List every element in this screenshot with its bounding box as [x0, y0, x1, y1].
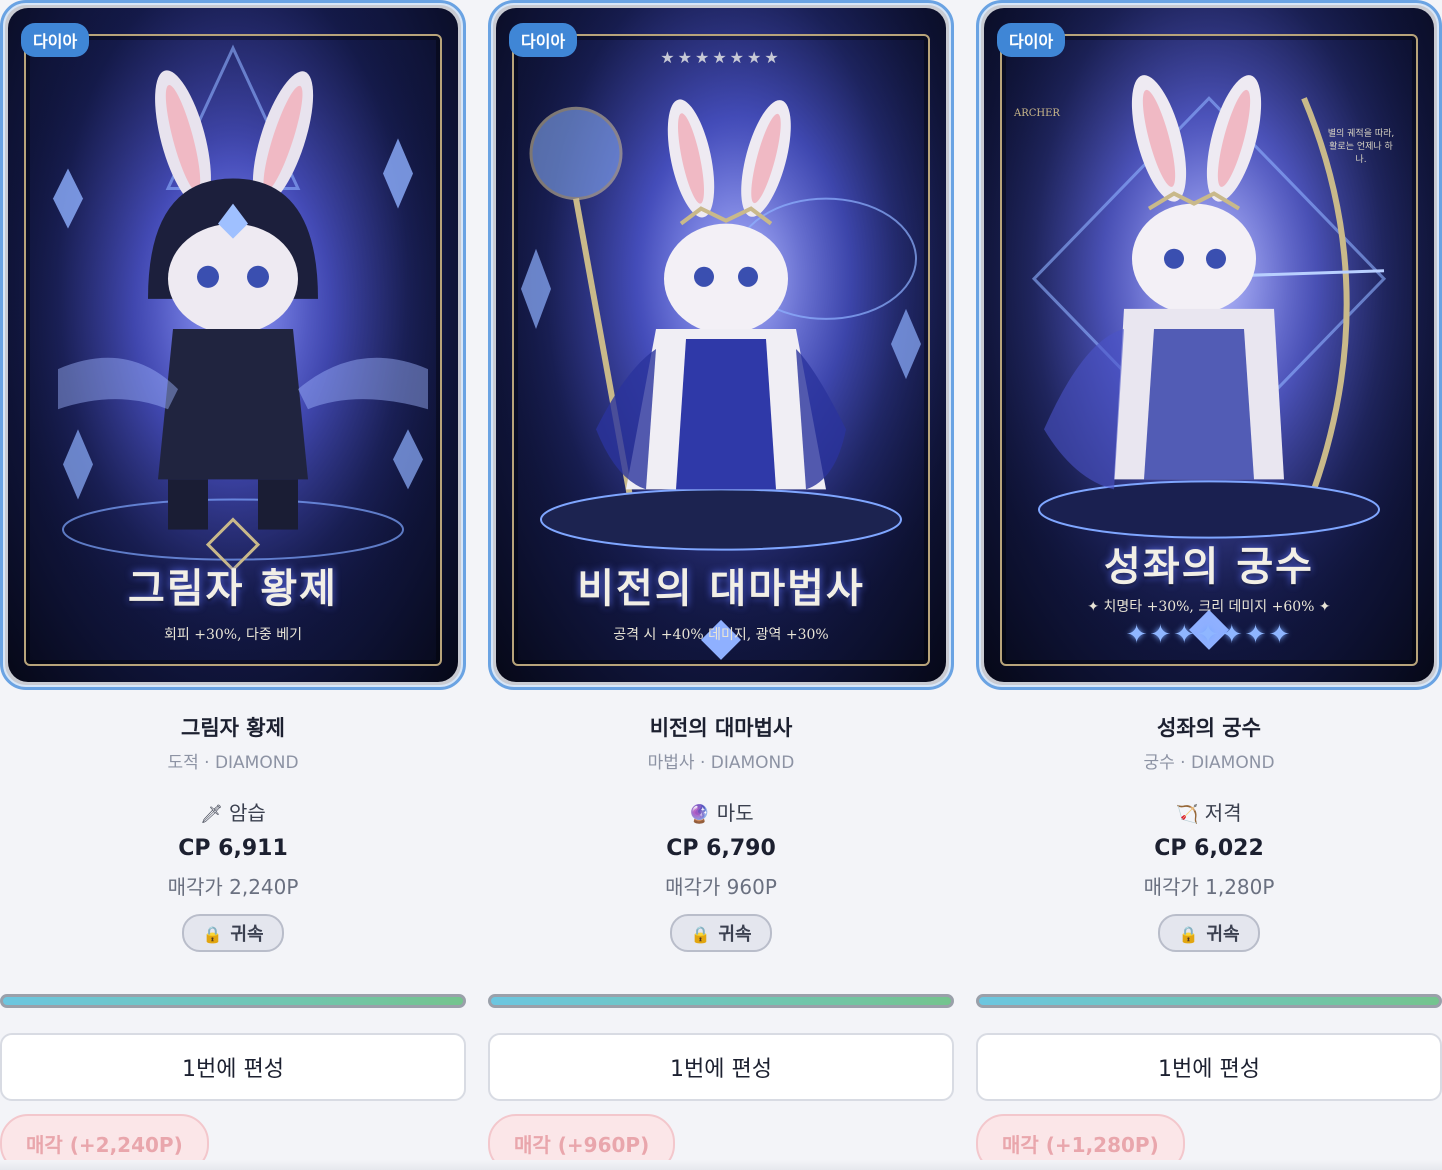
unit-name: 그림자 황제	[181, 716, 285, 740]
bound-badge: 🔒 귀속	[1158, 914, 1260, 952]
next-row-edge	[0, 1160, 1442, 1170]
unit-column: ★★★★★★★ 비전의 대마법사 공격 시 +40% 데미지, 광역 +30% …	[488, 0, 954, 1170]
progress-bar	[0, 994, 466, 1008]
unit-card[interactable]: ★★★★★★★ 비전의 대마법사 공격 시 +40% 데미지, 광역 +30% …	[488, 0, 954, 690]
progress-bar	[976, 994, 1442, 1008]
dagger-icon: 🗡	[200, 804, 224, 825]
bound-badge: 🔒 귀속	[182, 914, 284, 952]
unit-sell-price: 매각가 2,240P	[167, 875, 299, 899]
bow-arrow-icon: 🏹	[1176, 804, 1199, 825]
tier-badge: 다이아	[21, 23, 90, 57]
tier-badge: 다이아	[509, 23, 578, 57]
unit-class: 마법사 · DIAMOND	[647, 753, 795, 773]
unit-card[interactable]: ARCHER 별의 궤적을 따라, 활로는 언제나 하나. 성좌의 궁수 ✦ 치…	[976, 0, 1442, 690]
art-star-row: ✦✦✦✦✦✦✦	[1125, 620, 1293, 650]
unit-skill: 🔮 마도	[488, 797, 954, 826]
unit-class: 도적 · DIAMOND	[167, 753, 299, 773]
skill-label: 저격	[1204, 801, 1242, 825]
skill-label: 암습	[229, 801, 266, 825]
unit-name: 성좌의 궁수	[1157, 716, 1261, 740]
art-subtitle: ✦ 치명타 +30%, 크리 데미지 +60% ✦	[1087, 599, 1331, 615]
assign-slot-button[interactable]: 1번에 편성	[488, 1033, 954, 1101]
unit-info: 성좌의 궁수 궁수 · DIAMOND 🏹 저격 CP 6,022 매각가 1,2…	[976, 712, 1442, 952]
unit-sell-price: 매각가 960P	[665, 875, 777, 899]
unit-artwork: ★★★★★★★ 비전의 대마법사 공격 시 +40% 데미지, 광역 +30%	[496, 8, 946, 682]
unit-column: 그림자 황제 회피 +30%, 다중 베기 다이아 그림자 황제 도적 · DI…	[0, 0, 466, 1170]
unit-cp: CP 6,022	[1154, 836, 1264, 861]
art-subtitle: 회피 +30%, 다중 베기	[164, 627, 302, 643]
unit-card-grid: 그림자 황제 회피 +30%, 다중 베기 다이아 그림자 황제 도적 · DI…	[0, 0, 1442, 1170]
lock-icon: 🔒	[690, 925, 711, 944]
unit-info: 비전의 대마법사 마법사 · DIAMOND 🔮 마도 CP 6,790 매각가 …	[488, 712, 954, 952]
lock-icon: 🔒	[202, 925, 223, 944]
unit-skill: 🏹 저격	[976, 797, 1442, 826]
crystal-ball-icon: 🔮	[688, 804, 711, 825]
lock-icon: 🔒	[1178, 925, 1199, 944]
unit-sell-price: 매각가 1,280P	[1143, 875, 1275, 899]
bound-label: 귀속	[230, 924, 264, 945]
unit-card[interactable]: 그림자 황제 회피 +30%, 다중 베기 다이아	[0, 0, 466, 690]
art-title: 비전의 대마법사	[577, 565, 865, 612]
art-title: 성좌의 궁수	[1104, 543, 1314, 590]
skill-label: 마도	[716, 801, 754, 825]
art-subtitle: 공격 시 +40% 데미지, 광역 +30%	[613, 627, 829, 643]
unit-name: 비전의 대마법사	[649, 716, 793, 740]
art-quote: 별의 궤적을 따라, 활로는 언제나 하나.	[1327, 129, 1395, 165]
unit-cp: CP 6,911	[178, 836, 288, 861]
unit-column: ARCHER 별의 궤적을 따라, 활로는 언제나 하나. 성좌의 궁수 ✦ 치…	[976, 0, 1442, 1170]
bound-label: 귀속	[718, 924, 752, 945]
archer-emblem: ARCHER	[1014, 108, 1060, 119]
assign-slot-button[interactable]: 1번에 편성	[0, 1033, 466, 1101]
assign-slot-button[interactable]: 1번에 편성	[976, 1033, 1442, 1101]
bound-label: 귀속	[1206, 924, 1240, 945]
unit-class: 궁수 · DIAMOND	[1143, 753, 1275, 773]
unit-skill: 🗡 암습	[0, 797, 466, 826]
unit-artwork: 그림자 황제 회피 +30%, 다중 베기	[8, 8, 458, 682]
tier-badge: 다이아	[997, 23, 1066, 57]
unit-cp: CP 6,790	[666, 836, 776, 861]
unit-artwork: ARCHER 별의 궤적을 따라, 활로는 언제나 하나. 성좌의 궁수 ✦ 치…	[984, 8, 1434, 682]
bound-badge: 🔒 귀속	[670, 914, 772, 952]
art-title: 그림자 황제	[128, 565, 338, 612]
progress-bar	[488, 994, 954, 1008]
unit-info: 그림자 황제 도적 · DIAMOND 🗡 암습 CP 6,911 매각가 2,2…	[0, 712, 466, 952]
